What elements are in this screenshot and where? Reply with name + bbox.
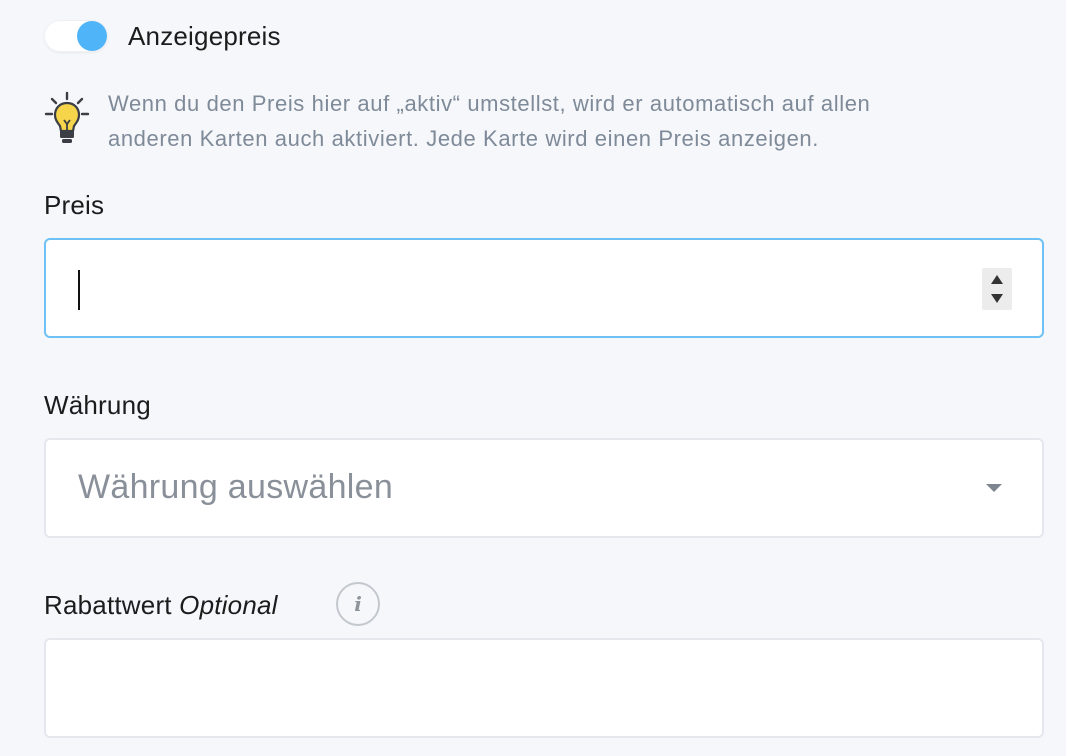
currency-label: Währung: [44, 390, 151, 420]
optional-label: Optional: [179, 590, 278, 620]
hint-line-1: Wenn du den Preis hier auf „aktiv“ umste…: [108, 91, 871, 116]
hint-text: Wenn du den Preis hier auf „aktiv“ umste…: [108, 86, 870, 156]
display-price-row: Anzeigepreis: [44, 20, 281, 52]
pricing-form: Anzeigepreis Wenn du den Preis hier auf …: [0, 0, 1066, 756]
price-label: Preis: [44, 190, 105, 220]
price-stepper[interactable]: [982, 268, 1012, 310]
price-input[interactable]: [76, 258, 976, 318]
increment-arrow-icon[interactable]: [991, 275, 1003, 284]
decrement-arrow-icon[interactable]: [991, 294, 1003, 303]
discount-label: Rabattwert Optional: [44, 590, 278, 621]
display-price-label: Anzeigepreis: [128, 20, 281, 51]
text-caret: [78, 270, 80, 310]
price-field[interactable]: [44, 238, 1044, 338]
info-icon[interactable]: i: [336, 582, 380, 626]
toggle-knob: [77, 21, 107, 51]
hint-box: Wenn du den Preis hier auf „aktiv“ umste…: [44, 86, 1004, 156]
lightbulb-icon: [44, 91, 90, 143]
discount-label-text: Rabattwert: [44, 590, 172, 620]
display-price-toggle[interactable]: [44, 20, 108, 52]
hint-line-2: anderen Karten auch aktiviert. Jede Kart…: [108, 126, 819, 151]
chevron-down-icon: [986, 484, 1002, 492]
currency-select[interactable]: Währung auswählen: [44, 438, 1044, 538]
discount-input[interactable]: [76, 658, 976, 718]
currency-placeholder: Währung auswählen: [78, 468, 394, 506]
discount-field[interactable]: [44, 638, 1044, 738]
